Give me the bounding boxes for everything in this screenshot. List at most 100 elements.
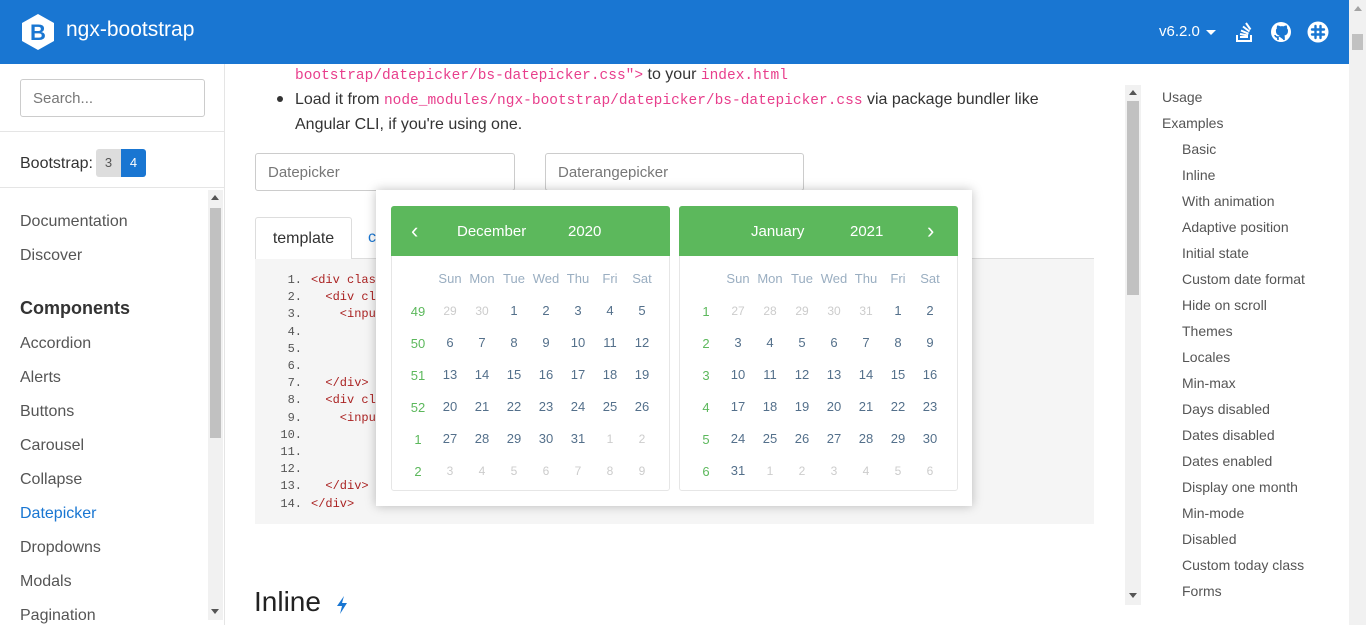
calendar-day[interactable]: 4 — [754, 329, 786, 357]
calendar-day[interactable]: 7 — [466, 329, 498, 357]
content-scroll-thumb[interactable] — [1127, 101, 1139, 295]
calendar-day[interactable]: 5 — [498, 457, 530, 485]
page-scrollbar[interactable] — [1349, 0, 1366, 625]
calendar-day[interactable]: 8 — [882, 329, 914, 357]
calendar-day[interactable]: 28 — [850, 425, 882, 453]
scroll-up-arrow-icon[interactable] — [1129, 90, 1137, 95]
version-dropdown[interactable]: v6.2.0 — [1159, 23, 1216, 40]
toc-item-hide-on-scroll[interactable]: Hide on scroll — [1182, 297, 1267, 313]
sidebar-item-accordion[interactable]: Accordion — [20, 335, 91, 353]
toc-item-custom-date-format[interactable]: Custom date format — [1182, 271, 1305, 287]
tab-template[interactable]: template — [255, 217, 352, 259]
week-number[interactable]: 49 — [402, 304, 434, 319]
calendar-day[interactable]: 15 — [882, 361, 914, 389]
calendar-day[interactable]: 6 — [914, 457, 946, 485]
toc-item-dates-enabled[interactable]: Dates enabled — [1182, 453, 1272, 469]
calendar-day[interactable]: 4 — [466, 457, 498, 485]
calendar-day[interactable]: 26 — [626, 393, 658, 421]
calendar-day[interactable]: 11 — [594, 329, 626, 357]
toc-item-initial-state[interactable]: Initial state — [1182, 245, 1249, 261]
calendar-day[interactable]: 30 — [818, 297, 850, 325]
brand-title[interactable]: ngx-bootstrap — [66, 18, 194, 42]
calendar-day[interactable]: 29 — [882, 425, 914, 453]
calendar-day[interactable]: 9 — [914, 329, 946, 357]
sidebar-scroll-thumb[interactable] — [210, 208, 221, 438]
calendar-day[interactable]: 6 — [818, 329, 850, 357]
calendar-day[interactable]: 27 — [818, 425, 850, 453]
calendar-day[interactable]: 19 — [786, 393, 818, 421]
sidebar-item-datepicker[interactable]: Datepicker — [20, 505, 96, 523]
toc-item-inline[interactable]: Inline — [1182, 167, 1215, 183]
next-month-arrow-icon[interactable]: › — [927, 218, 934, 244]
sidebar-scrollbar[interactable] — [208, 190, 223, 620]
slack-icon[interactable] — [1307, 21, 1329, 43]
week-number[interactable]: 50 — [402, 336, 434, 351]
calendar-day[interactable]: 3 — [562, 297, 594, 325]
calendar-day[interactable]: 25 — [594, 393, 626, 421]
calendar-day[interactable]: 7 — [850, 329, 882, 357]
toc-item-with-animation[interactable]: With animation — [1182, 193, 1275, 209]
page-scroll-thumb[interactable] — [1352, 34, 1363, 50]
calendar-day[interactable]: 27 — [722, 297, 754, 325]
previous-month-arrow-icon[interactable]: ‹ — [411, 218, 418, 244]
calendar-day[interactable]: 29 — [498, 425, 530, 453]
toc-item-adaptive-position[interactable]: Adaptive position — [1182, 219, 1289, 235]
calendar-day[interactable]: 1 — [594, 425, 626, 453]
calendar-day[interactable]: 10 — [562, 329, 594, 357]
calendar-day[interactable]: 2 — [786, 457, 818, 485]
calendar-day[interactable]: 21 — [850, 393, 882, 421]
toc-item-disabled[interactable]: Disabled — [1182, 531, 1236, 547]
month-button[interactable]: January — [751, 223, 804, 240]
week-number[interactable]: 1 — [690, 304, 722, 319]
calendar-day[interactable]: 10 — [722, 361, 754, 389]
tab-component[interactable]: c — [368, 229, 376, 247]
calendar-day[interactable]: 16 — [530, 361, 562, 389]
calendar-day[interactable]: 31 — [722, 457, 754, 485]
toc-item-dates-disabled[interactable]: Dates disabled — [1182, 427, 1275, 443]
toc-item-themes[interactable]: Themes — [1182, 323, 1233, 339]
calendar-day[interactable]: 17 — [722, 393, 754, 421]
scroll-up-arrow-icon[interactable] — [1354, 6, 1362, 11]
sidebar-item-pagination[interactable]: Pagination — [20, 607, 96, 625]
toc-item-examples[interactable]: Examples — [1162, 115, 1223, 131]
calendar-day[interactable]: 24 — [562, 393, 594, 421]
toc-item-basic[interactable]: Basic — [1182, 141, 1216, 157]
calendar-day[interactable]: 4 — [594, 297, 626, 325]
sidebar-item-documentation[interactable]: Documentation — [20, 213, 128, 231]
calendar-day[interactable]: 18 — [594, 361, 626, 389]
calendar-day[interactable]: 5 — [882, 457, 914, 485]
toc-item-display-one-month[interactable]: Display one month — [1182, 479, 1298, 495]
calendar-day[interactable]: 12 — [626, 329, 658, 357]
search-input[interactable] — [20, 79, 205, 117]
toc-item-days-disabled[interactable]: Days disabled — [1182, 401, 1270, 417]
calendar-day[interactable]: 14 — [466, 361, 498, 389]
calendar-day[interactable]: 24 — [722, 425, 754, 453]
toc-item-min-mode[interactable]: Min-mode — [1182, 505, 1244, 521]
calendar-day[interactable]: 31 — [850, 297, 882, 325]
calendar-day[interactable]: 30 — [530, 425, 562, 453]
calendar-day[interactable]: 29 — [434, 297, 466, 325]
week-number[interactable]: 1 — [402, 432, 434, 447]
sidebar-item-buttons[interactable]: Buttons — [20, 403, 74, 421]
year-button[interactable]: 2020 — [568, 223, 601, 240]
calendar-day[interactable]: 28 — [754, 297, 786, 325]
calendar-day[interactable]: 3 — [818, 457, 850, 485]
calendar-day[interactable]: 28 — [466, 425, 498, 453]
week-number[interactable]: 4 — [690, 400, 722, 415]
lightning-icon[interactable] — [335, 596, 349, 614]
sidebar-item-collapse[interactable]: Collapse — [20, 471, 82, 489]
calendar-day[interactable]: 5 — [786, 329, 818, 357]
calendar-day[interactable]: 22 — [498, 393, 530, 421]
stackoverflow-icon[interactable] — [1234, 21, 1256, 43]
calendar-day[interactable]: 1 — [754, 457, 786, 485]
calendar-day[interactable]: 15 — [498, 361, 530, 389]
calendar-day[interactable]: 11 — [754, 361, 786, 389]
week-number[interactable]: 51 — [402, 368, 434, 383]
bootstrap-3-button[interactable]: 3 — [96, 149, 121, 177]
calendar-day[interactable]: 31 — [562, 425, 594, 453]
calendar-day[interactable]: 3 — [722, 329, 754, 357]
calendar-day[interactable]: 2 — [626, 425, 658, 453]
scroll-up-arrow-icon[interactable] — [211, 195, 219, 200]
datepicker-input[interactable] — [255, 153, 515, 191]
scroll-down-arrow-icon[interactable] — [1129, 593, 1137, 598]
